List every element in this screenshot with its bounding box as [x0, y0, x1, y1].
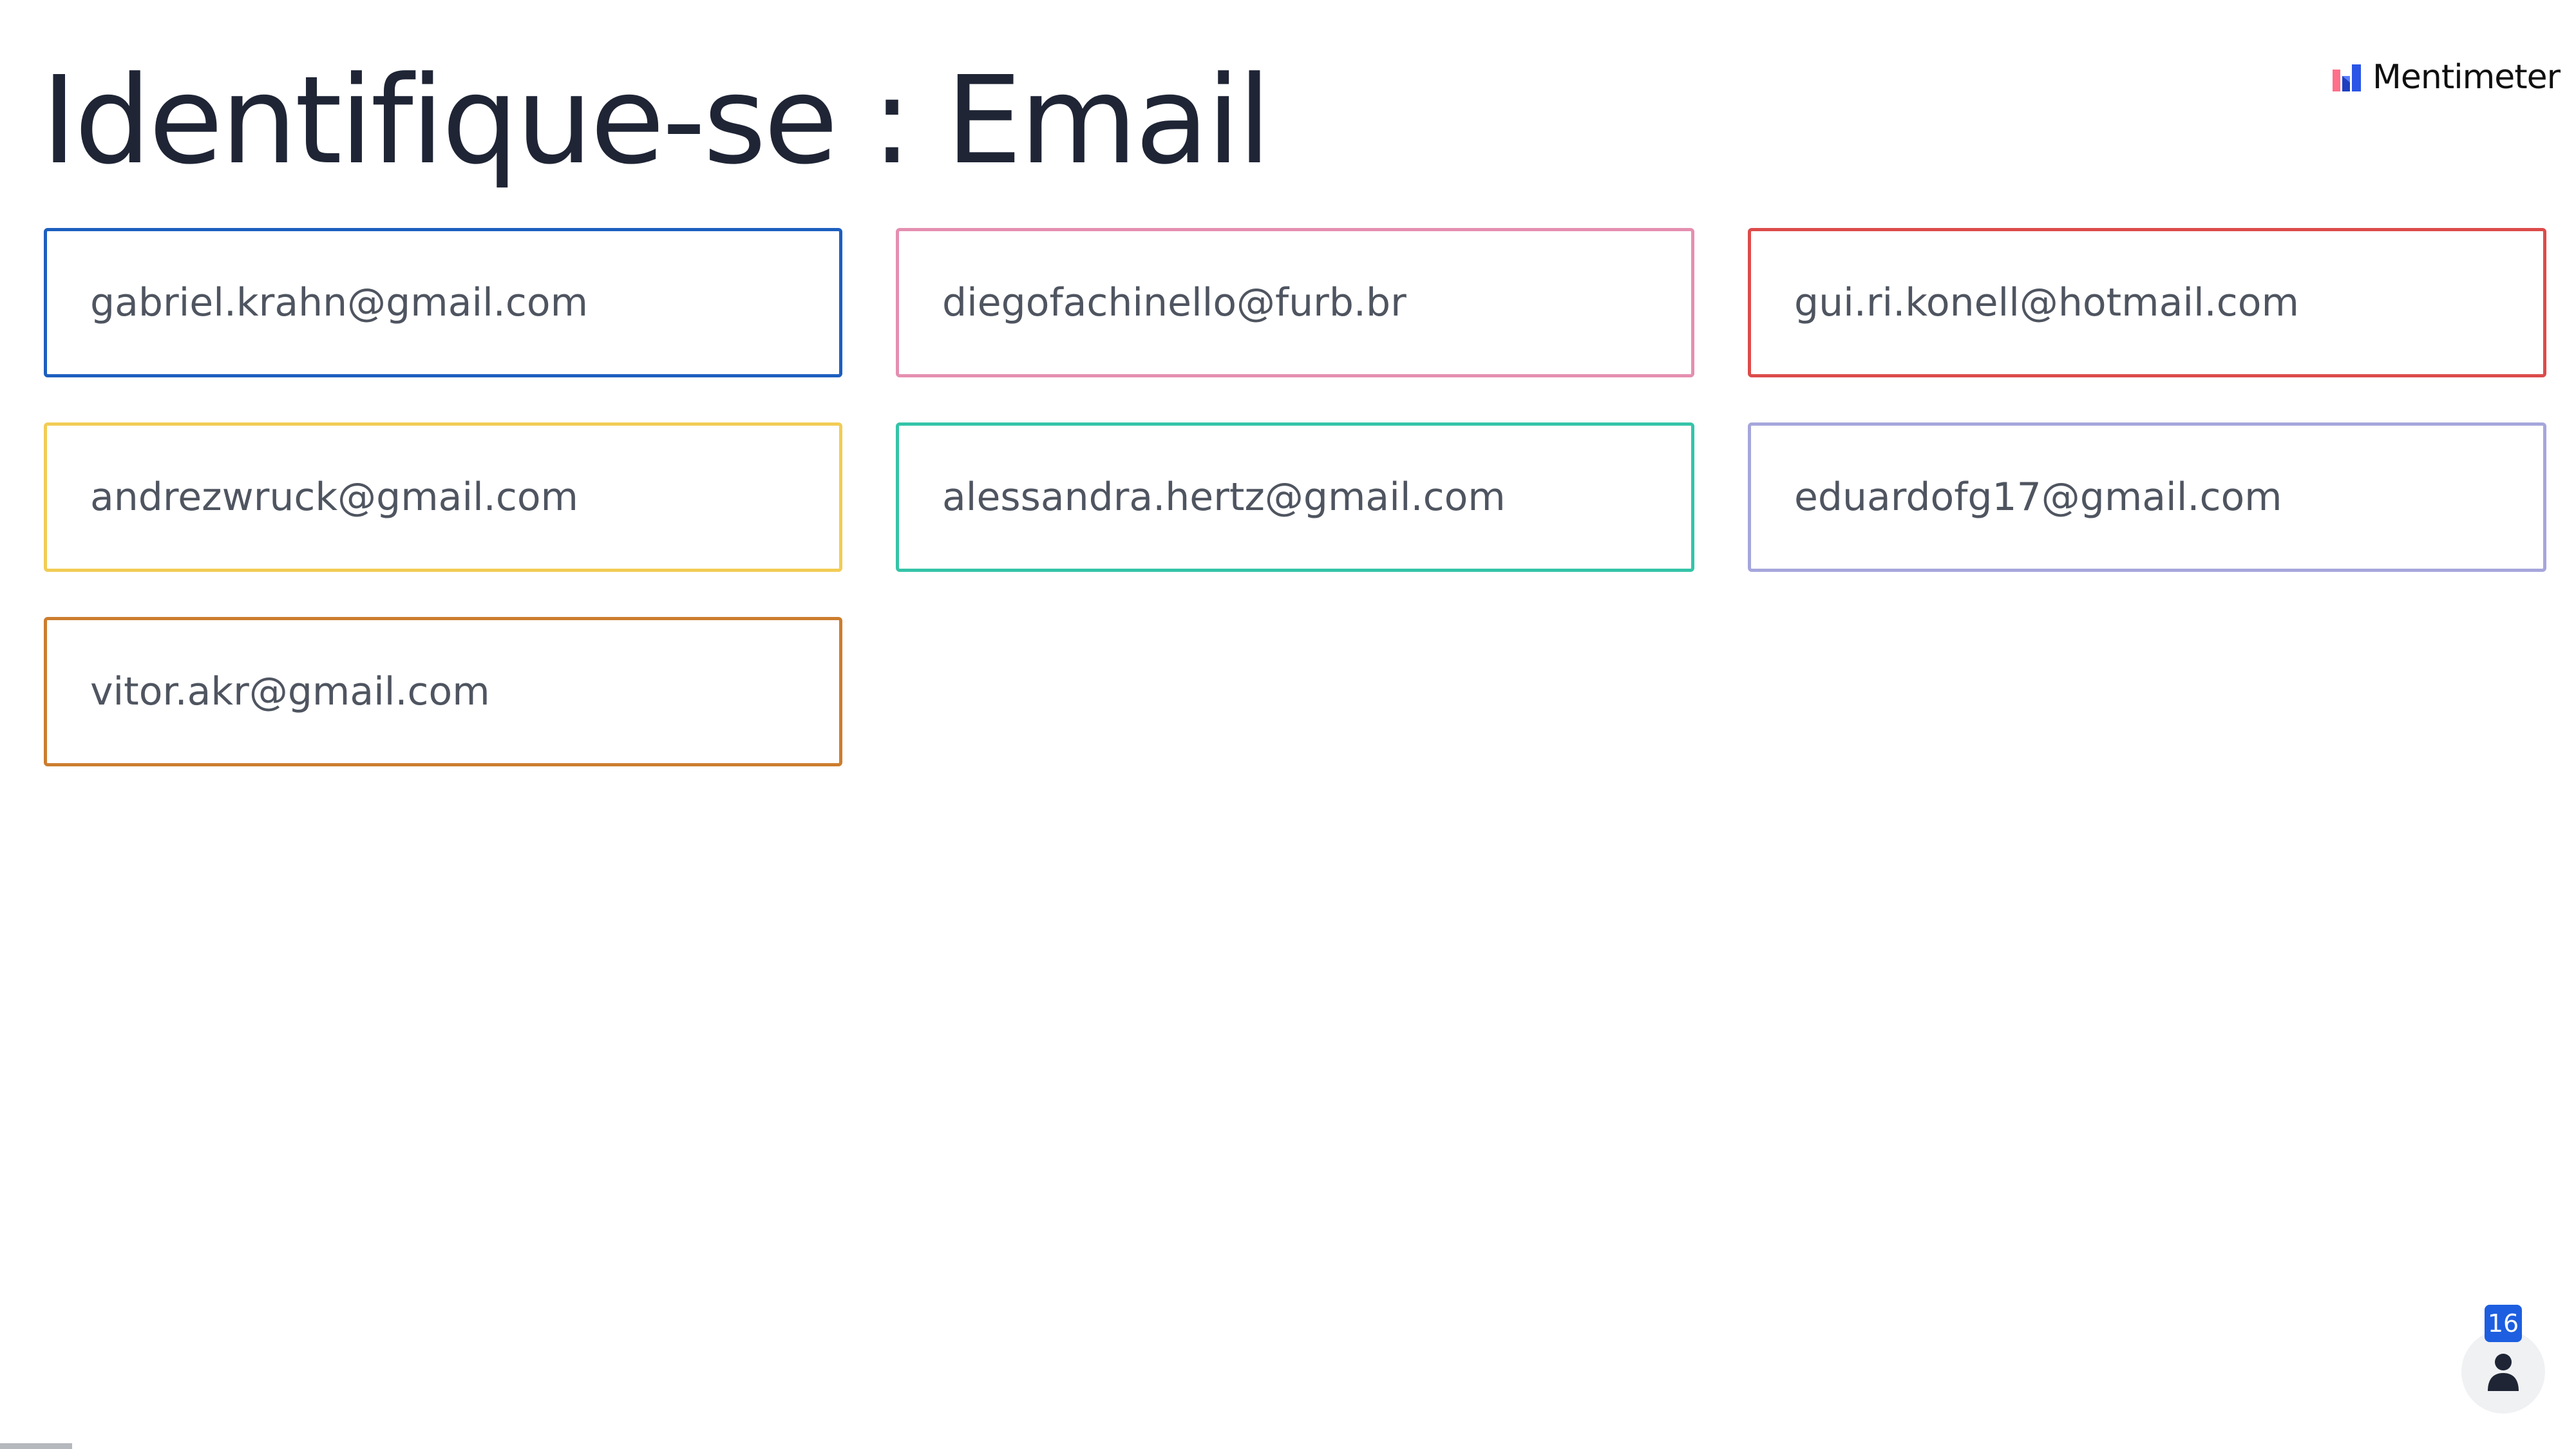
- participants-button[interactable]: [2461, 1330, 2545, 1414]
- mentimeter-logo-icon: [2333, 64, 2361, 91]
- slide-progress-bar: [0, 1443, 72, 1449]
- response-card: alessandra.hertz@gmail.com: [896, 422, 1694, 572]
- response-text: eduardofg17@gmail.com: [1794, 475, 2282, 520]
- response-text: alessandra.hertz@gmail.com: [942, 475, 1506, 520]
- participant-count-badge: 16: [2485, 1305, 2522, 1342]
- response-text: vitor.akr@gmail.com: [90, 669, 490, 714]
- response-card: vitor.akr@gmail.com: [44, 617, 842, 766]
- response-card: andrezwruck@gmail.com: [44, 422, 842, 572]
- response-card: gui.ri.konell@hotmail.com: [1748, 228, 2546, 377]
- response-card: diegofachinello@furb.br: [896, 228, 1694, 377]
- response-text: gui.ri.konell@hotmail.com: [1794, 280, 2299, 325]
- slide: Identifique-se : Email Mentimeter gabrie…: [0, 0, 2576, 1449]
- response-card: gabriel.krahn@gmail.com: [44, 228, 842, 377]
- brand: Mentimeter: [2333, 58, 2561, 97]
- responses-grid: gabriel.krahn@gmail.com diegofachinello@…: [44, 228, 2546, 766]
- response-text: diegofachinello@furb.br: [942, 280, 1406, 325]
- brand-name: Mentimeter: [2372, 58, 2561, 97]
- response-text: gabriel.krahn@gmail.com: [90, 280, 589, 325]
- person-icon: [2488, 1354, 2519, 1391]
- response-card: eduardofg17@gmail.com: [1748, 422, 2546, 572]
- response-text: andrezwruck@gmail.com: [90, 475, 578, 520]
- slide-title: Identifique-se : Email: [41, 50, 1271, 191]
